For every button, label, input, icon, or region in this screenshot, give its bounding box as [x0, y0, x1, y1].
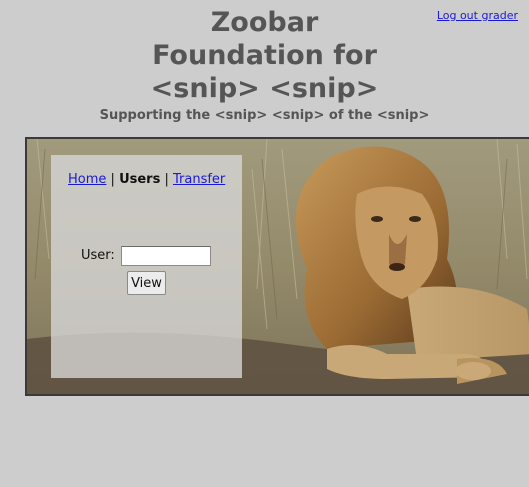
page-tagline: Supporting the <snip> <snip> of the <sni… — [99, 108, 430, 123]
page-title: Zoobar Foundation for <snip> <snip> — [0, 6, 529, 105]
zoobar-page: Log out grader Zoobar Foundation for <sn… — [0, 0, 529, 487]
nav-separator: | — [110, 172, 115, 187]
user-field-label: User: — [81, 248, 115, 263]
title-line-1: Zoobar — [210, 7, 319, 38]
title-line-3: <snip> <snip> — [150, 73, 379, 104]
users-panel — [51, 155, 242, 378]
view-button[interactable]: View — [127, 271, 166, 295]
title-line-2: Foundation for — [152, 40, 377, 71]
nav-users-current: Users — [119, 172, 161, 187]
user-input[interactable] — [121, 246, 211, 266]
nav-separator: | — [164, 172, 169, 187]
nav-bar: Home | Users | Transfer — [68, 172, 225, 187]
nav-transfer-link[interactable]: Transfer — [173, 172, 225, 187]
nav-home-link[interactable]: Home — [68, 172, 106, 187]
